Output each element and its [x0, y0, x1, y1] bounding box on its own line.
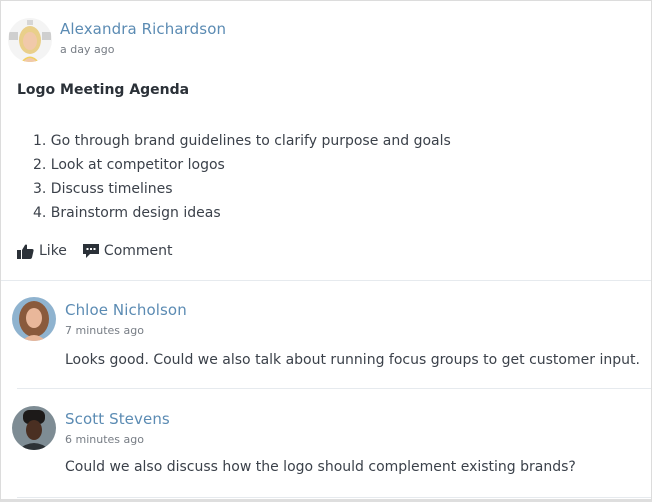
post-title: Logo Meeting Agenda	[17, 82, 190, 98]
commenter-avatar[interactable]	[12, 406, 56, 450]
post-card: Alexandra Richardson a day ago Logo Meet…	[0, 0, 652, 502]
comment-divider	[17, 497, 651, 498]
agenda-item: 3. Discuss timelines	[33, 181, 173, 197]
comment: Chloe Nicholson 7 minutes ago Looks good…	[1, 282, 651, 389]
commenter-name[interactable]: Scott Stevens	[65, 410, 170, 428]
timestamp: a day ago	[60, 43, 115, 56]
author-name[interactable]: Alexandra Richardson	[60, 20, 226, 38]
comment-button[interactable]: Comment	[82, 243, 173, 259]
author-photo-icon	[8, 18, 52, 62]
comment-text: Looks good. Could we also talk about run…	[65, 352, 640, 368]
commenter-photo-icon	[12, 297, 56, 341]
agenda-item: 2. Look at competitor logos	[33, 157, 225, 173]
commenter-avatar[interactable]	[12, 297, 56, 341]
post: Alexandra Richardson a day ago Logo Meet…	[1, 1, 651, 281]
commenter-photo-icon	[12, 406, 56, 450]
avatar[interactable]	[8, 18, 52, 62]
comment-divider	[17, 388, 651, 389]
comment-icon	[82, 244, 99, 258]
agenda-list: 1. Go through brand guidelines to clarif…	[33, 129, 451, 225]
agenda-item: 4. Brainstorm design ideas	[33, 205, 221, 221]
post-actions: Like Comment	[17, 243, 189, 259]
comment-timestamp: 7 minutes ago	[65, 324, 144, 337]
comment-timestamp: 6 minutes ago	[65, 433, 144, 446]
commenter-name[interactable]: Chloe Nicholson	[65, 301, 187, 319]
comment-text: Could we also discuss how the logo shoul…	[65, 459, 576, 475]
like-label: Like	[39, 243, 67, 259]
comment: Scott Stevens 6 minutes ago Could we als…	[1, 390, 651, 500]
agenda-item: 1. Go through brand guidelines to clarif…	[33, 133, 451, 149]
thumbs-up-icon	[17, 244, 34, 259]
like-button[interactable]: Like	[17, 243, 67, 259]
comment-label: Comment	[103, 243, 173, 259]
